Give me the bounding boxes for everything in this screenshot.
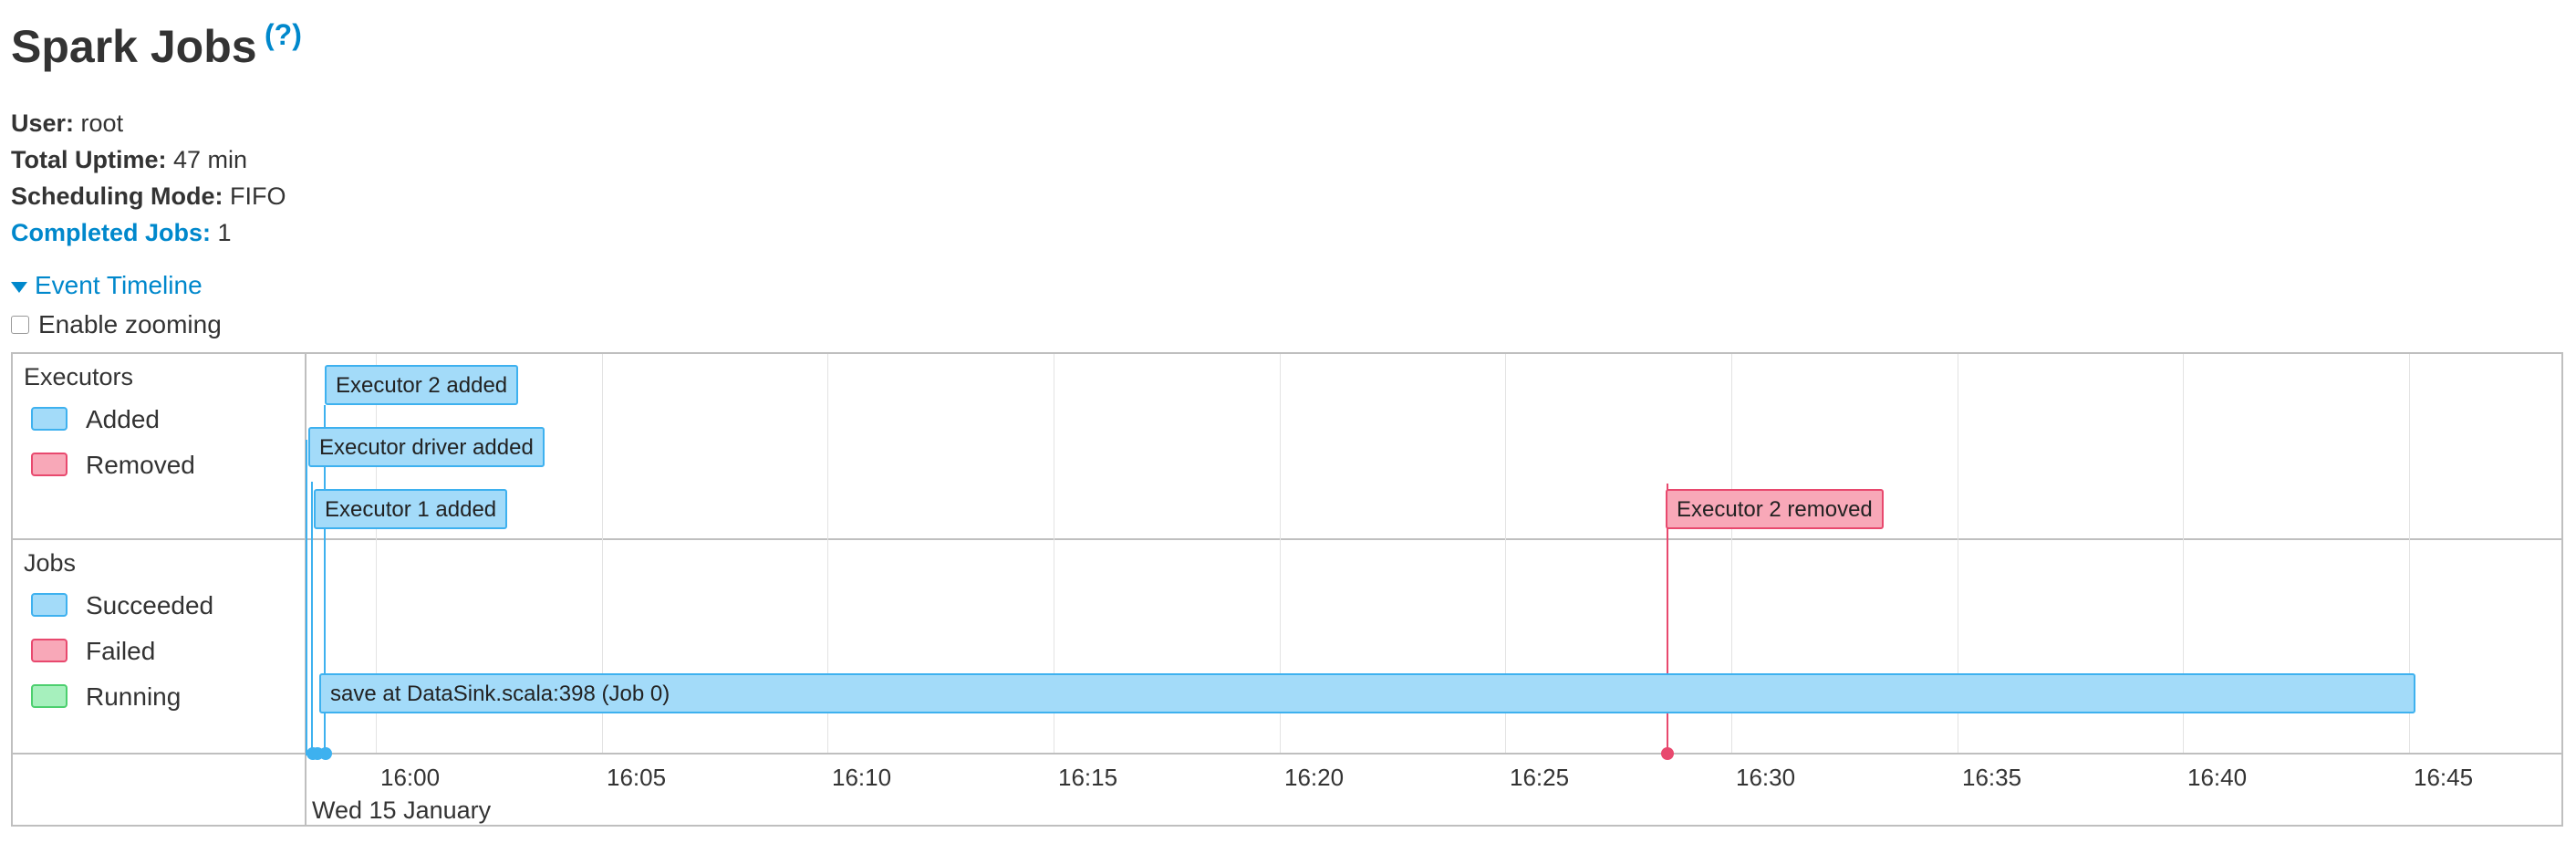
time-tick: 16:35 (1962, 764, 2022, 791)
legend-removed-label: Removed (86, 451, 195, 479)
event-timeline: Executors Added Removed Jobs Succeeded F… (11, 352, 2563, 827)
time-tick: 16:15 (1058, 764, 1118, 791)
caret-down-icon (11, 281, 27, 293)
legend-running-label: Running (86, 682, 182, 711)
help-link[interactable]: (?) (265, 18, 302, 52)
group-divider-jobs (13, 753, 2561, 755)
time-tick: 16:45 (2414, 764, 2474, 791)
job-0-bar[interactable]: save at DataSink.scala:398 (Job 0) (319, 673, 2415, 713)
user-label: User: (11, 109, 75, 137)
scheduling-info: Scheduling Mode: FIFO (11, 182, 286, 211)
enable-zooming-row: Enable zooming (11, 310, 222, 339)
time-tick: 16:30 (1736, 764, 1796, 791)
legend-removed-swatch (31, 453, 68, 476)
uptime-value: 47 min (173, 146, 248, 173)
completed-jobs-link[interactable]: Completed Jobs: (11, 219, 211, 246)
time-tick: 16:10 (832, 764, 892, 791)
executor-2-dot[interactable] (319, 747, 332, 760)
time-tick: 16:25 (1510, 764, 1570, 791)
event-timeline-toggle[interactable]: Event Timeline (11, 271, 203, 300)
page-title: Spark Jobs (11, 21, 257, 72)
event-timeline-label: Event Timeline (35, 271, 203, 299)
executor-1-added-event[interactable]: Executor 1 added (314, 489, 508, 529)
group-divider-executors (13, 538, 2561, 540)
legend-succeeded-swatch (31, 593, 68, 617)
time-tick: 16:20 (1284, 764, 1345, 791)
time-tick: 16:00 (380, 764, 441, 791)
enable-zooming-label[interactable]: Enable zooming (38, 310, 222, 338)
user-value: root (80, 109, 124, 137)
uptime-label: Total Uptime: (11, 146, 167, 173)
enable-zooming-checkbox[interactable] (11, 315, 29, 334)
user-info: User: root (11, 109, 123, 138)
legend-added-swatch (31, 407, 68, 431)
executors-group-label: Executors (24, 363, 134, 390)
legend-failed-label: Failed (86, 637, 156, 665)
completed-jobs-info: Completed Jobs: 1 (11, 219, 232, 247)
executor-driver-added-event[interactable]: Executor driver added (308, 427, 545, 467)
scheduling-label: Scheduling Mode: (11, 182, 223, 210)
help-icon[interactable]: ? (275, 18, 293, 51)
time-tick: 16:05 (607, 764, 667, 791)
executor-1-stem (311, 482, 313, 755)
jobs-group-label: Jobs (24, 549, 77, 577)
timeline-date-label: Wed 15 January (312, 796, 492, 824)
legend-succeeded-label: Succeeded (86, 591, 214, 619)
executor-2-removed-dot[interactable] (1661, 747, 1674, 760)
legend-added-label: Added (86, 405, 160, 433)
scheduling-value: FIFO (230, 182, 286, 210)
uptime-info: Total Uptime: 47 min (11, 146, 247, 174)
legend-running-swatch (31, 684, 68, 708)
executor-driver-stem (306, 440, 307, 755)
completed-jobs-value: 1 (217, 219, 232, 246)
executor-2-added-event[interactable]: Executor 2 added (325, 365, 519, 405)
executor-2-removed-event[interactable]: Executor 2 removed (1666, 489, 1884, 529)
time-tick: 16:40 (2187, 764, 2248, 791)
legend-failed-swatch (31, 639, 68, 662)
